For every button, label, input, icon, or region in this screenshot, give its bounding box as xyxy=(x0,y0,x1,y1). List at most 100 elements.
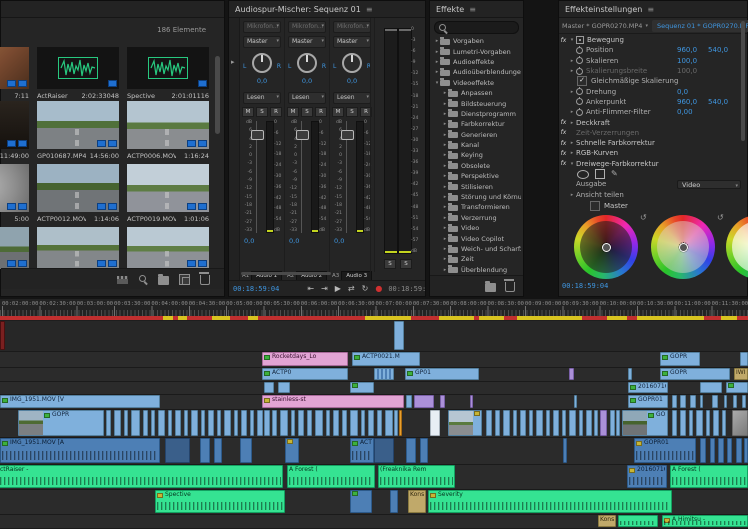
highlights-color-wheel[interactable] xyxy=(726,215,748,279)
timeline-clip-slice[interactable] xyxy=(201,410,205,436)
timeline-clip[interactable] xyxy=(350,490,372,513)
master-solo-button[interactable]: S xyxy=(400,259,412,269)
effect-property-row[interactable]: ▸Anti-Flimmer-Filter0,00 xyxy=(559,107,741,117)
midtones-color-wheel[interactable] xyxy=(651,215,715,279)
timeline-clip-slice[interactable] xyxy=(689,410,693,436)
effects-tree-item[interactable]: ▸Video xyxy=(430,223,521,233)
effects-tree-item[interactable]: ▸Störung und Körnung xyxy=(430,192,521,202)
effects-tree-item[interactable]: ▸Farbkorrektur xyxy=(430,119,521,129)
timeline-clip-slice[interactable] xyxy=(610,410,615,436)
timeline-clip[interactable] xyxy=(440,395,445,408)
timeline-clip[interactable]: ACTP0021.M xyxy=(352,352,420,366)
timeline-clip-slice[interactable] xyxy=(672,410,677,436)
effects-tree-item[interactable]: ▸Audioüberblendungen xyxy=(430,67,521,77)
timeline-clip-slice[interactable] xyxy=(175,410,181,436)
chevron-icon[interactable]: ▸ xyxy=(568,140,576,146)
chevron-icon[interactable]: ▾ xyxy=(568,37,576,43)
trash-icon[interactable] xyxy=(505,282,515,292)
timeline-clip[interactable] xyxy=(394,321,404,350)
timeline-clip-slice[interactable] xyxy=(361,410,365,436)
timeline-clip[interactable]: Spective xyxy=(155,490,285,513)
property-value[interactable]: 540,0 xyxy=(708,46,728,54)
timeline-clip-slice[interactable] xyxy=(234,410,238,436)
timeline-clip[interactable] xyxy=(726,382,748,393)
timeline-clip-slice[interactable] xyxy=(241,410,247,436)
timeline-clip[interactable]: GOPR01 xyxy=(628,395,668,408)
timeline-clip[interactable] xyxy=(264,382,274,393)
clapper-icon[interactable] xyxy=(117,276,128,284)
timeline-clip[interactable]: ACTP0 xyxy=(262,368,348,380)
effects-tree-item[interactable]: ▸Lumetri-Vorgaben xyxy=(430,46,521,56)
timeline-clip[interactable] xyxy=(712,395,718,408)
timeline-clip[interactable] xyxy=(736,438,742,463)
timeline-clip-slice[interactable] xyxy=(250,410,254,436)
timeline-clip[interactable] xyxy=(285,438,299,463)
automation-mode-dropdown[interactable]: Lesen xyxy=(288,92,326,104)
effects-tree-item[interactable]: ▸Keying xyxy=(430,150,521,160)
effect-checkbox-row[interactable]: ✓Gleichmäßige Skalierung xyxy=(559,76,741,86)
timeline-clip-slice[interactable] xyxy=(342,410,347,436)
folder-icon[interactable] xyxy=(158,276,169,285)
output-select[interactable]: Video xyxy=(677,180,741,189)
panel-menu-icon[interactable]: ≡ xyxy=(647,5,654,14)
wheel-center-handle[interactable] xyxy=(602,243,611,252)
automation-mode-dropdown[interactable]: Lesen xyxy=(243,92,281,104)
timeline-clip[interactable]: Kons xyxy=(408,490,426,513)
goto-out-button[interactable]: ⇥ xyxy=(321,282,328,296)
loop-button[interactable]: ↻ xyxy=(362,282,369,296)
timeline-clip-slice[interactable] xyxy=(326,410,330,436)
timeline-clip-slice[interactable] xyxy=(616,410,620,436)
effect-property-row[interactable]: ▸Skalierungsbreite100,0 xyxy=(559,66,741,76)
timeline-clip-slice[interactable] xyxy=(569,410,576,436)
chevron-icon[interactable]: ▸ xyxy=(568,120,576,126)
timeline-clip-slice[interactable] xyxy=(131,410,140,436)
timeline-clip-slice[interactable] xyxy=(257,410,263,436)
timeline-clip-slice[interactable] xyxy=(208,410,214,436)
effect-group-row[interactable]: fx▾Bewegung xyxy=(559,35,741,45)
timeline-clip-slice[interactable] xyxy=(536,410,543,436)
chevron-icon[interactable]: ▸ xyxy=(568,89,576,95)
solo-button[interactable]: S xyxy=(346,107,358,117)
timeline-clip[interactable] xyxy=(732,410,748,436)
pan-knob[interactable] xyxy=(252,53,272,73)
effect-group-row[interactable]: fxZeit-Verzerrungen xyxy=(559,128,741,138)
timeline-clip[interactable] xyxy=(374,438,394,463)
effects-tree-item[interactable]: ▸Zeit xyxy=(430,254,521,264)
timeline-clip-slice[interactable] xyxy=(579,410,583,436)
timeline-clip-slice[interactable] xyxy=(217,410,221,436)
timeline-clip[interactable] xyxy=(374,368,394,380)
timeline-clip[interactable]: Severity xyxy=(428,490,672,513)
play-button[interactable]: ▶ xyxy=(335,282,341,296)
timeline-clip-slice[interactable] xyxy=(114,410,121,436)
mixer-expander-icon[interactable]: ▸ xyxy=(231,58,235,66)
timeline-clip[interactable]: GOPR03 xyxy=(622,410,668,436)
effect-group-row[interactable]: fx▸RGB-Kurven xyxy=(559,148,741,158)
timeline-clip-slice[interactable] xyxy=(368,410,374,436)
timeline-clip[interactable]: A Himitsu - xyxy=(662,515,748,527)
effects-tree-item[interactable]: ▸Audioeffekte xyxy=(430,57,521,67)
effect-group-row[interactable]: fx▾Dreiwege-Farbkorrektur xyxy=(559,159,741,169)
chevron-icon[interactable]: ▾ xyxy=(568,161,576,167)
property-value[interactable]: 100,0 xyxy=(677,57,697,65)
effects-tree-item[interactable]: ▸Bildsteuerung xyxy=(430,98,521,108)
fx-toggle-icon[interactable]: fx xyxy=(559,119,568,126)
rect-mask-icon[interactable] xyxy=(595,169,605,179)
timeline-clip[interactable] xyxy=(700,382,722,393)
timeline-clip[interactable]: IMG_1951.MOV [A xyxy=(0,438,160,463)
mixer-timecode[interactable]: 00:18:59:04 xyxy=(233,285,279,293)
solo-button[interactable]: S xyxy=(256,107,268,117)
input-device-dropdown[interactable]: Mikrofon... xyxy=(333,21,371,33)
effects-tree-item[interactable]: ▸Stilisieren xyxy=(430,181,521,191)
panel-menu-icon[interactable]: ≡ xyxy=(366,5,373,14)
timeline-clip-slice[interactable] xyxy=(520,410,526,436)
timeline-clip[interactable] xyxy=(744,438,748,463)
stopwatch-icon[interactable] xyxy=(576,57,583,64)
project-item[interactable]: ACTP0012.MOV1:14:06 xyxy=(37,164,119,224)
stopwatch-icon[interactable] xyxy=(576,68,583,75)
property-value[interactable]: 0,0 xyxy=(677,88,688,96)
ellipse-mask-icon[interactable] xyxy=(577,170,589,179)
timeline-clip-slice[interactable] xyxy=(696,410,703,436)
goto-in-button[interactable]: ⇤ xyxy=(307,282,314,296)
pan-knob[interactable] xyxy=(342,53,362,73)
timeline-clip[interactable] xyxy=(350,382,374,393)
